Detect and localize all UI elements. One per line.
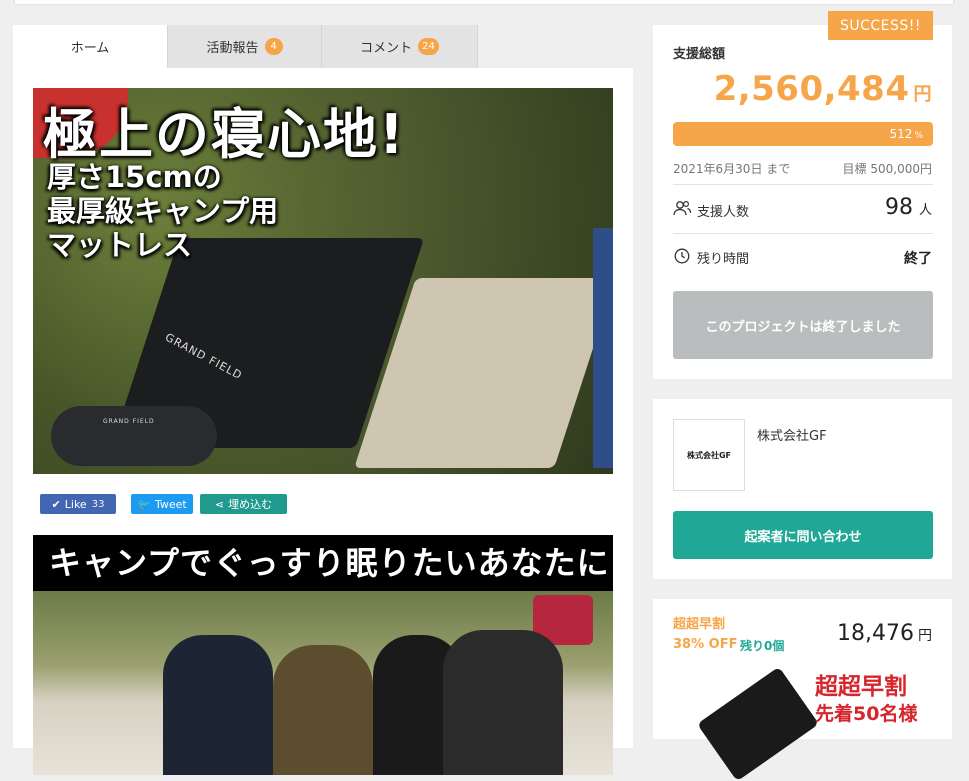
project-ended-button[interactable]: このプロジェクトは終了しました [673, 291, 933, 359]
company-name[interactable]: 株式会社GF [757, 425, 827, 444]
reward-promo-line-1: 超超早割 [815, 674, 907, 700]
total-amount: 2,560,484 円 [713, 69, 932, 109]
twitter-bird-icon: 🐦 [137, 497, 151, 511]
owner-card: 株式会社GF 株式会社GF 起案者に問い合わせ [653, 399, 952, 579]
blue-mattress [593, 228, 613, 468]
goal-text: 目標 500,000円 [842, 162, 932, 176]
hero-subline-2: 最厚級キャンプ用 [47, 194, 279, 228]
tab-home[interactable]: ホーム [13, 25, 168, 68]
success-badge: SUCCESS!! [828, 11, 933, 40]
reward-remaining: 残り0個 [740, 639, 785, 653]
person-shape [443, 630, 563, 775]
divider [673, 184, 933, 185]
hero-subline-3: マットレス [47, 228, 193, 262]
bag-brand-text: GRAND FIELD [103, 418, 155, 425]
rolled-bag [51, 406, 217, 466]
hero-headline: 極上の寝心地! [43, 103, 406, 166]
project-tabs: ホーム 活動報告 4 コメント 24 [13, 25, 478, 68]
hero-image: GRAND FIELD GRAND FIELD 極上の寝心地! 厚さ15cmの … [33, 88, 613, 474]
second-image: キャンプでぐっすり眠りたいあなたに [33, 535, 613, 775]
total-label: 支援総額 [673, 47, 726, 62]
tab-count-badge: 24 [418, 38, 439, 55]
hero-subline-1: 厚さ15cmの [47, 160, 222, 194]
time-left-label: 残り時間 [697, 252, 750, 267]
users-icon [673, 200, 692, 220]
second-image-banner: キャンプでぐっすり眠りたいあなたに [33, 535, 613, 591]
tab-label: コメント [360, 41, 413, 56]
reward-card[interactable]: 超超早割 38% OFF 残り0個 18,476 円 超超早割 先着50名様 [653, 599, 952, 781]
main-content: GRAND FIELD GRAND FIELD 極上の寝心地! 厚さ15cmの … [13, 68, 633, 775]
tab-count-badge: 4 [264, 38, 283, 55]
funding-summary-card: SUCCESS!! 支援総額 2,560,484 円 512% 2021年6月30… [653, 11, 952, 379]
tab-comments[interactable]: コメント 24 [322, 25, 478, 68]
check-icon: ✔ [51, 497, 61, 511]
facebook-like-button[interactable]: ✔ Like 33 [40, 494, 116, 514]
tab-label: ホーム [70, 41, 110, 56]
reward-price: 18,476 円 [837, 621, 932, 646]
backers-count: 98 人 [884, 195, 932, 220]
reward-title: 超超早割 [673, 617, 726, 632]
top-strip [14, 0, 954, 5]
reward-promo-line-2: 先着50名様 [815, 703, 918, 725]
tab-label: 活動報告 [206, 41, 259, 56]
company-logo[interactable]: 株式会社GF [673, 419, 745, 491]
like-count: 33 [91, 498, 105, 510]
deadline-text: 2021年6月30日 まで [673, 162, 791, 176]
progress-bar: 512% [673, 122, 933, 146]
progress-percent: 512% [889, 127, 923, 141]
reward-product-image [696, 666, 820, 781]
reward-discount: 38% OFF [673, 637, 738, 652]
tab-activity-reports[interactable]: 活動報告 4 [168, 25, 322, 68]
clock-icon [673, 248, 691, 268]
embed-button[interactable]: ⋖ 埋め込む [200, 494, 287, 514]
time-left-value: 終了 [904, 251, 932, 267]
share-icon: ⋖ [214, 497, 225, 511]
tweet-button[interactable]: 🐦 Tweet [131, 494, 193, 514]
contact-owner-button[interactable]: 起案者に問い合わせ [673, 511, 933, 559]
person-shape [163, 635, 273, 775]
backers-label: 支援人数 [697, 205, 750, 220]
divider [673, 233, 933, 234]
person-shape [273, 645, 373, 775]
